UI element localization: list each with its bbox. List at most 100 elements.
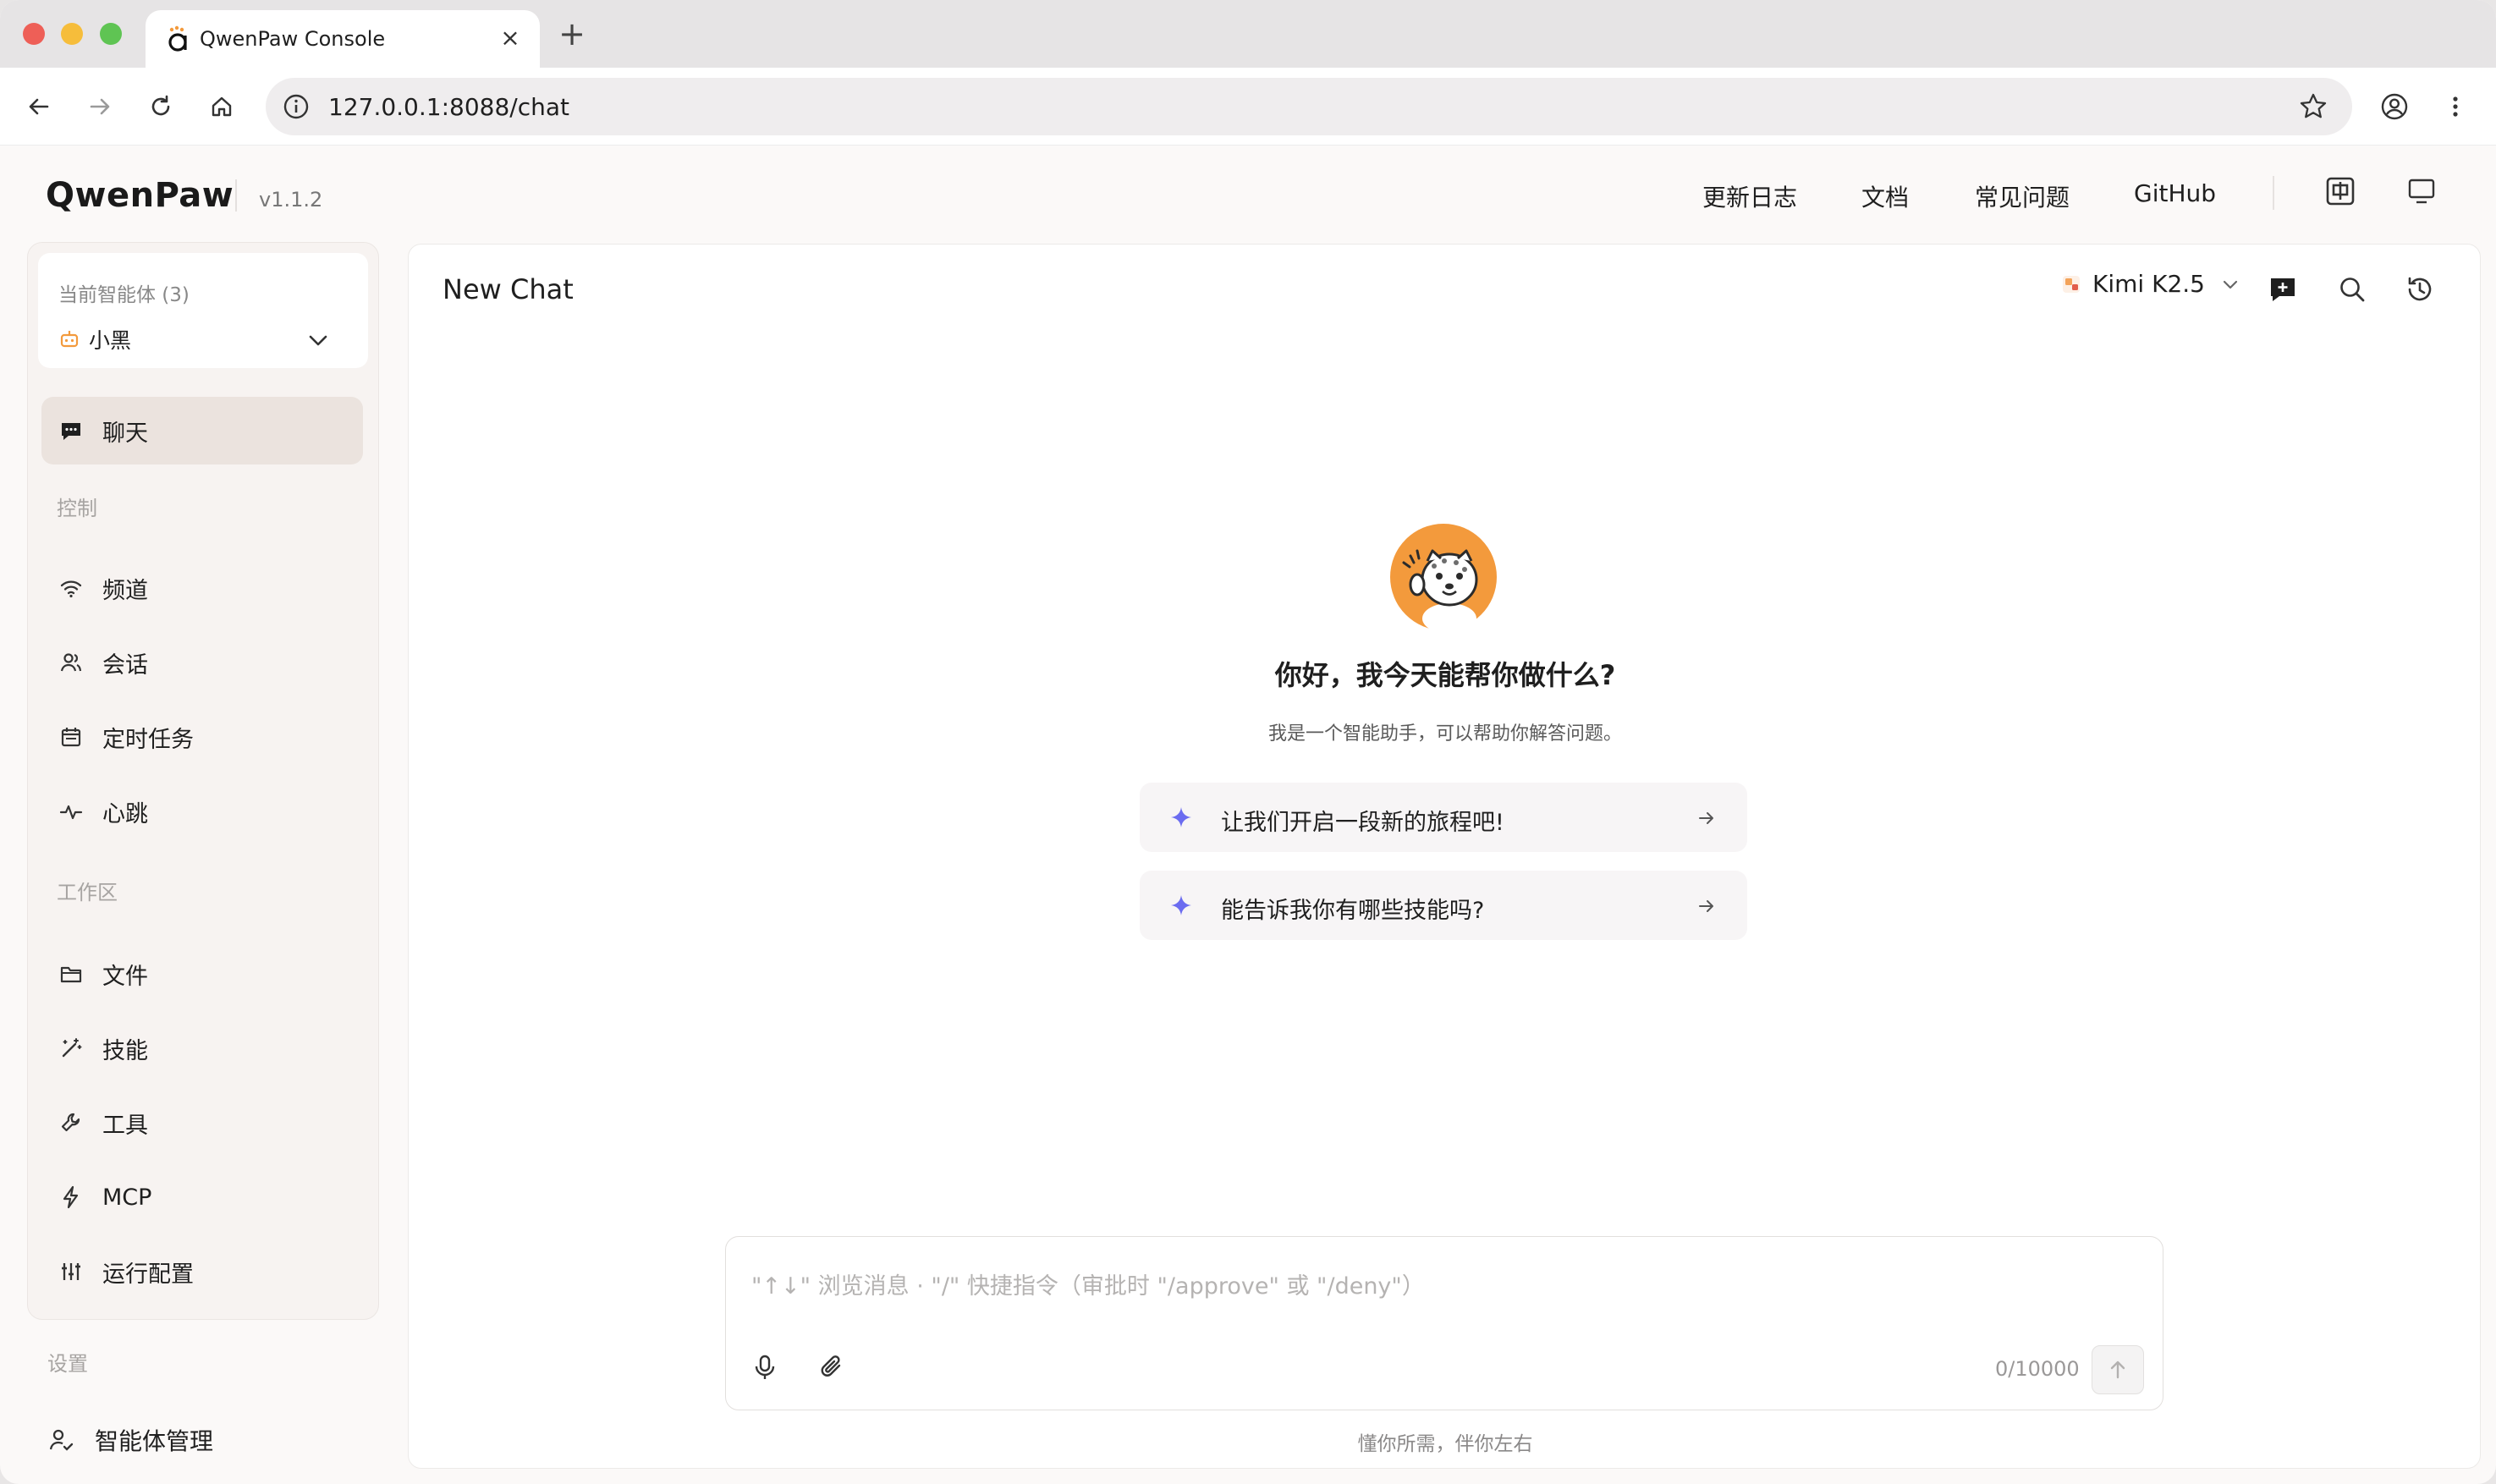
sidebar-item-sessions[interactable]: 会话 bbox=[41, 629, 363, 696]
browser-toolbar: 127.0.0.1:8088/chat bbox=[0, 68, 2496, 146]
sidebar-item-label: 工具 bbox=[102, 1112, 148, 1139]
agent-selector[interactable]: 当前智能体 (3) 小黑 bbox=[38, 253, 368, 368]
chevron-down-icon bbox=[2223, 280, 2238, 289]
message-input[interactable] bbox=[751, 1261, 2139, 1311]
agent-selector-value: 小黑 bbox=[58, 324, 131, 355]
sidebar-item-label: 频道 bbox=[102, 577, 148, 604]
sliders-icon bbox=[62, 1263, 80, 1280]
wrench-icon bbox=[61, 1113, 80, 1132]
bookmark-star-icon[interactable] bbox=[2298, 91, 2328, 122]
agent-selector-label: 当前智能体 (3) bbox=[58, 284, 190, 306]
sidebar-item-skills[interactable]: 技能 bbox=[41, 1014, 363, 1082]
chevron-down-icon bbox=[309, 335, 327, 346]
sidebar-group-control: 控制 bbox=[57, 497, 97, 520]
account-circle-icon bbox=[2381, 93, 2408, 120]
sidebar-item-label: 技能 bbox=[102, 1037, 148, 1064]
sidebar: 当前智能体 (3) 小黑 聊天 控制 频道 会话 定时任务 心跳 工作区 文件 … bbox=[27, 242, 379, 1320]
sidebar-item-channels[interactable]: 频道 bbox=[41, 554, 363, 622]
suggestion-text: 能告诉我你有哪些技能吗? bbox=[1221, 898, 1485, 924]
reload-button[interactable] bbox=[140, 86, 181, 127]
arrow-up-icon bbox=[2110, 1360, 2125, 1379]
users-icon bbox=[60, 653, 82, 672]
browser-tab-active[interactable]: QwenPaw Console × bbox=[146, 10, 540, 68]
sidebar-item-runtime-config[interactable]: 运行配置 bbox=[41, 1238, 363, 1305]
kimi-logo-icon bbox=[2063, 275, 2080, 293]
sidebar-item-label: 心跳 bbox=[102, 800, 148, 827]
sidebar-item-label: 运行配置 bbox=[102, 1261, 194, 1288]
nav-github-link[interactable]: GitHub bbox=[2134, 179, 2216, 207]
site-info-icon[interactable] bbox=[281, 91, 311, 122]
nav-docs-link[interactable]: 文档 bbox=[1861, 179, 1909, 213]
sidebar-item-agent-management[interactable]: 智能体管理 bbox=[47, 1423, 213, 1457]
profile-button[interactable] bbox=[2374, 86, 2415, 127]
address-url: 127.0.0.1:8088/chat bbox=[328, 93, 569, 121]
browser-tab-title: QwenPaw Console bbox=[200, 27, 386, 51]
window-zoom-button[interactable] bbox=[100, 23, 122, 45]
pulse-icon bbox=[59, 805, 83, 820]
qwenpaw-favicon-icon bbox=[168, 25, 187, 52]
address-bar[interactable]: 127.0.0.1:8088/chat bbox=[266, 78, 2352, 135]
home-button[interactable] bbox=[201, 86, 242, 127]
new-tab-button[interactable]: + bbox=[555, 17, 589, 51]
arrow-left-icon bbox=[29, 98, 49, 115]
chat-bubble-icon bbox=[62, 423, 80, 440]
magic-wand-icon bbox=[62, 1038, 82, 1058]
lightning-icon bbox=[63, 1185, 79, 1209]
send-button[interactable] bbox=[2092, 1345, 2144, 1394]
suggestion-text: 让我们开启一段新的旅程吧! bbox=[1221, 810, 1504, 836]
sidebar-item-label: 会话 bbox=[102, 651, 148, 679]
new-chat-icon[interactable] bbox=[2267, 273, 2299, 305]
sidebar-item-label: 文件 bbox=[102, 963, 148, 990]
sparkle-icon bbox=[1171, 807, 1191, 827]
forward-button[interactable] bbox=[80, 86, 120, 127]
folder-icon bbox=[60, 966, 82, 983]
suggestion-card[interactable]: 让我们开启一段新的旅程吧! bbox=[1140, 783, 1747, 852]
arrow-right-icon bbox=[1699, 900, 1713, 912]
sidebar-item-label: 智能体管理 bbox=[95, 1427, 214, 1455]
sparkle-icon bbox=[1171, 895, 1191, 915]
model-name: Kimi K2.5 bbox=[2092, 270, 2205, 298]
back-button[interactable] bbox=[19, 86, 59, 127]
display-mode-icon[interactable] bbox=[2405, 174, 2438, 208]
header-divider bbox=[235, 179, 237, 212]
sidebar-group-workspace: 工作区 bbox=[57, 881, 118, 904]
language-toggle-icon[interactable] bbox=[2323, 174, 2357, 208]
agent-name: 小黑 bbox=[89, 328, 132, 353]
arrow-right-icon bbox=[1699, 812, 1713, 824]
nav-faq-link[interactable]: 常见问题 bbox=[1975, 179, 2070, 213]
history-icon[interactable] bbox=[2404, 273, 2436, 305]
model-selector[interactable]: Kimi K2.5 bbox=[2060, 270, 2240, 298]
header-nav-divider bbox=[2273, 176, 2274, 210]
sidebar-item-label: MCP bbox=[102, 1184, 152, 1211]
microphone-icon[interactable] bbox=[750, 1352, 780, 1382]
robot-icon bbox=[60, 331, 79, 348]
message-composer: 0/10000 bbox=[725, 1236, 2163, 1410]
chat-title: New Chat bbox=[443, 273, 574, 305]
nav-changelog-link[interactable]: 更新日志 bbox=[1702, 179, 1797, 213]
app-logo[interactable]: QwenPaw bbox=[46, 176, 234, 215]
browser-menu-button[interactable] bbox=[2435, 86, 2476, 127]
browser-window: QwenPaw Console × + 127.0.0.1:8088/chat bbox=[0, 0, 2496, 1484]
tab-close-icon[interactable]: × bbox=[496, 24, 525, 52]
window-close-button[interactable] bbox=[23, 23, 45, 45]
chat-panel: New Chat Kimi K2.5 你好，我今天能帮你做什么? 我是一个智能助… bbox=[408, 244, 2481, 1469]
sidebar-item-mcp[interactable]: MCP bbox=[41, 1163, 363, 1231]
search-icon[interactable] bbox=[2336, 273, 2368, 305]
greeting-subtitle: 我是一个智能助手，可以帮助你解答问题。 bbox=[1267, 723, 1622, 745]
sidebar-item-scheduled-tasks[interactable]: 定时任务 bbox=[41, 703, 363, 771]
sidebar-item-chat[interactable]: 聊天 bbox=[41, 397, 363, 464]
sidebar-item-label: 聊天 bbox=[102, 420, 148, 447]
sidebar-group-settings: 设置 bbox=[47, 1352, 88, 1376]
window-minimize-button[interactable] bbox=[61, 23, 83, 45]
greeting-title: 你好，我今天能帮你做什么? bbox=[1274, 659, 1616, 691]
paperclip-icon[interactable] bbox=[817, 1352, 848, 1382]
app-version: v1.1.2 bbox=[259, 188, 323, 212]
composer-footer-text: 懂你所需，伴你左右 bbox=[1357, 1433, 1533, 1455]
sidebar-item-files[interactable]: 文件 bbox=[41, 940, 363, 1008]
sidebar-item-heartbeat[interactable]: 心跳 bbox=[41, 778, 363, 845]
user-settings-icon bbox=[49, 1429, 74, 1451]
sidebar-item-tools[interactable]: 工具 bbox=[41, 1089, 363, 1157]
more-vertical-icon bbox=[2453, 96, 2458, 117]
suggestion-card[interactable]: 能告诉我你有哪些技能吗? bbox=[1140, 871, 1747, 940]
reload-icon bbox=[151, 95, 170, 116]
